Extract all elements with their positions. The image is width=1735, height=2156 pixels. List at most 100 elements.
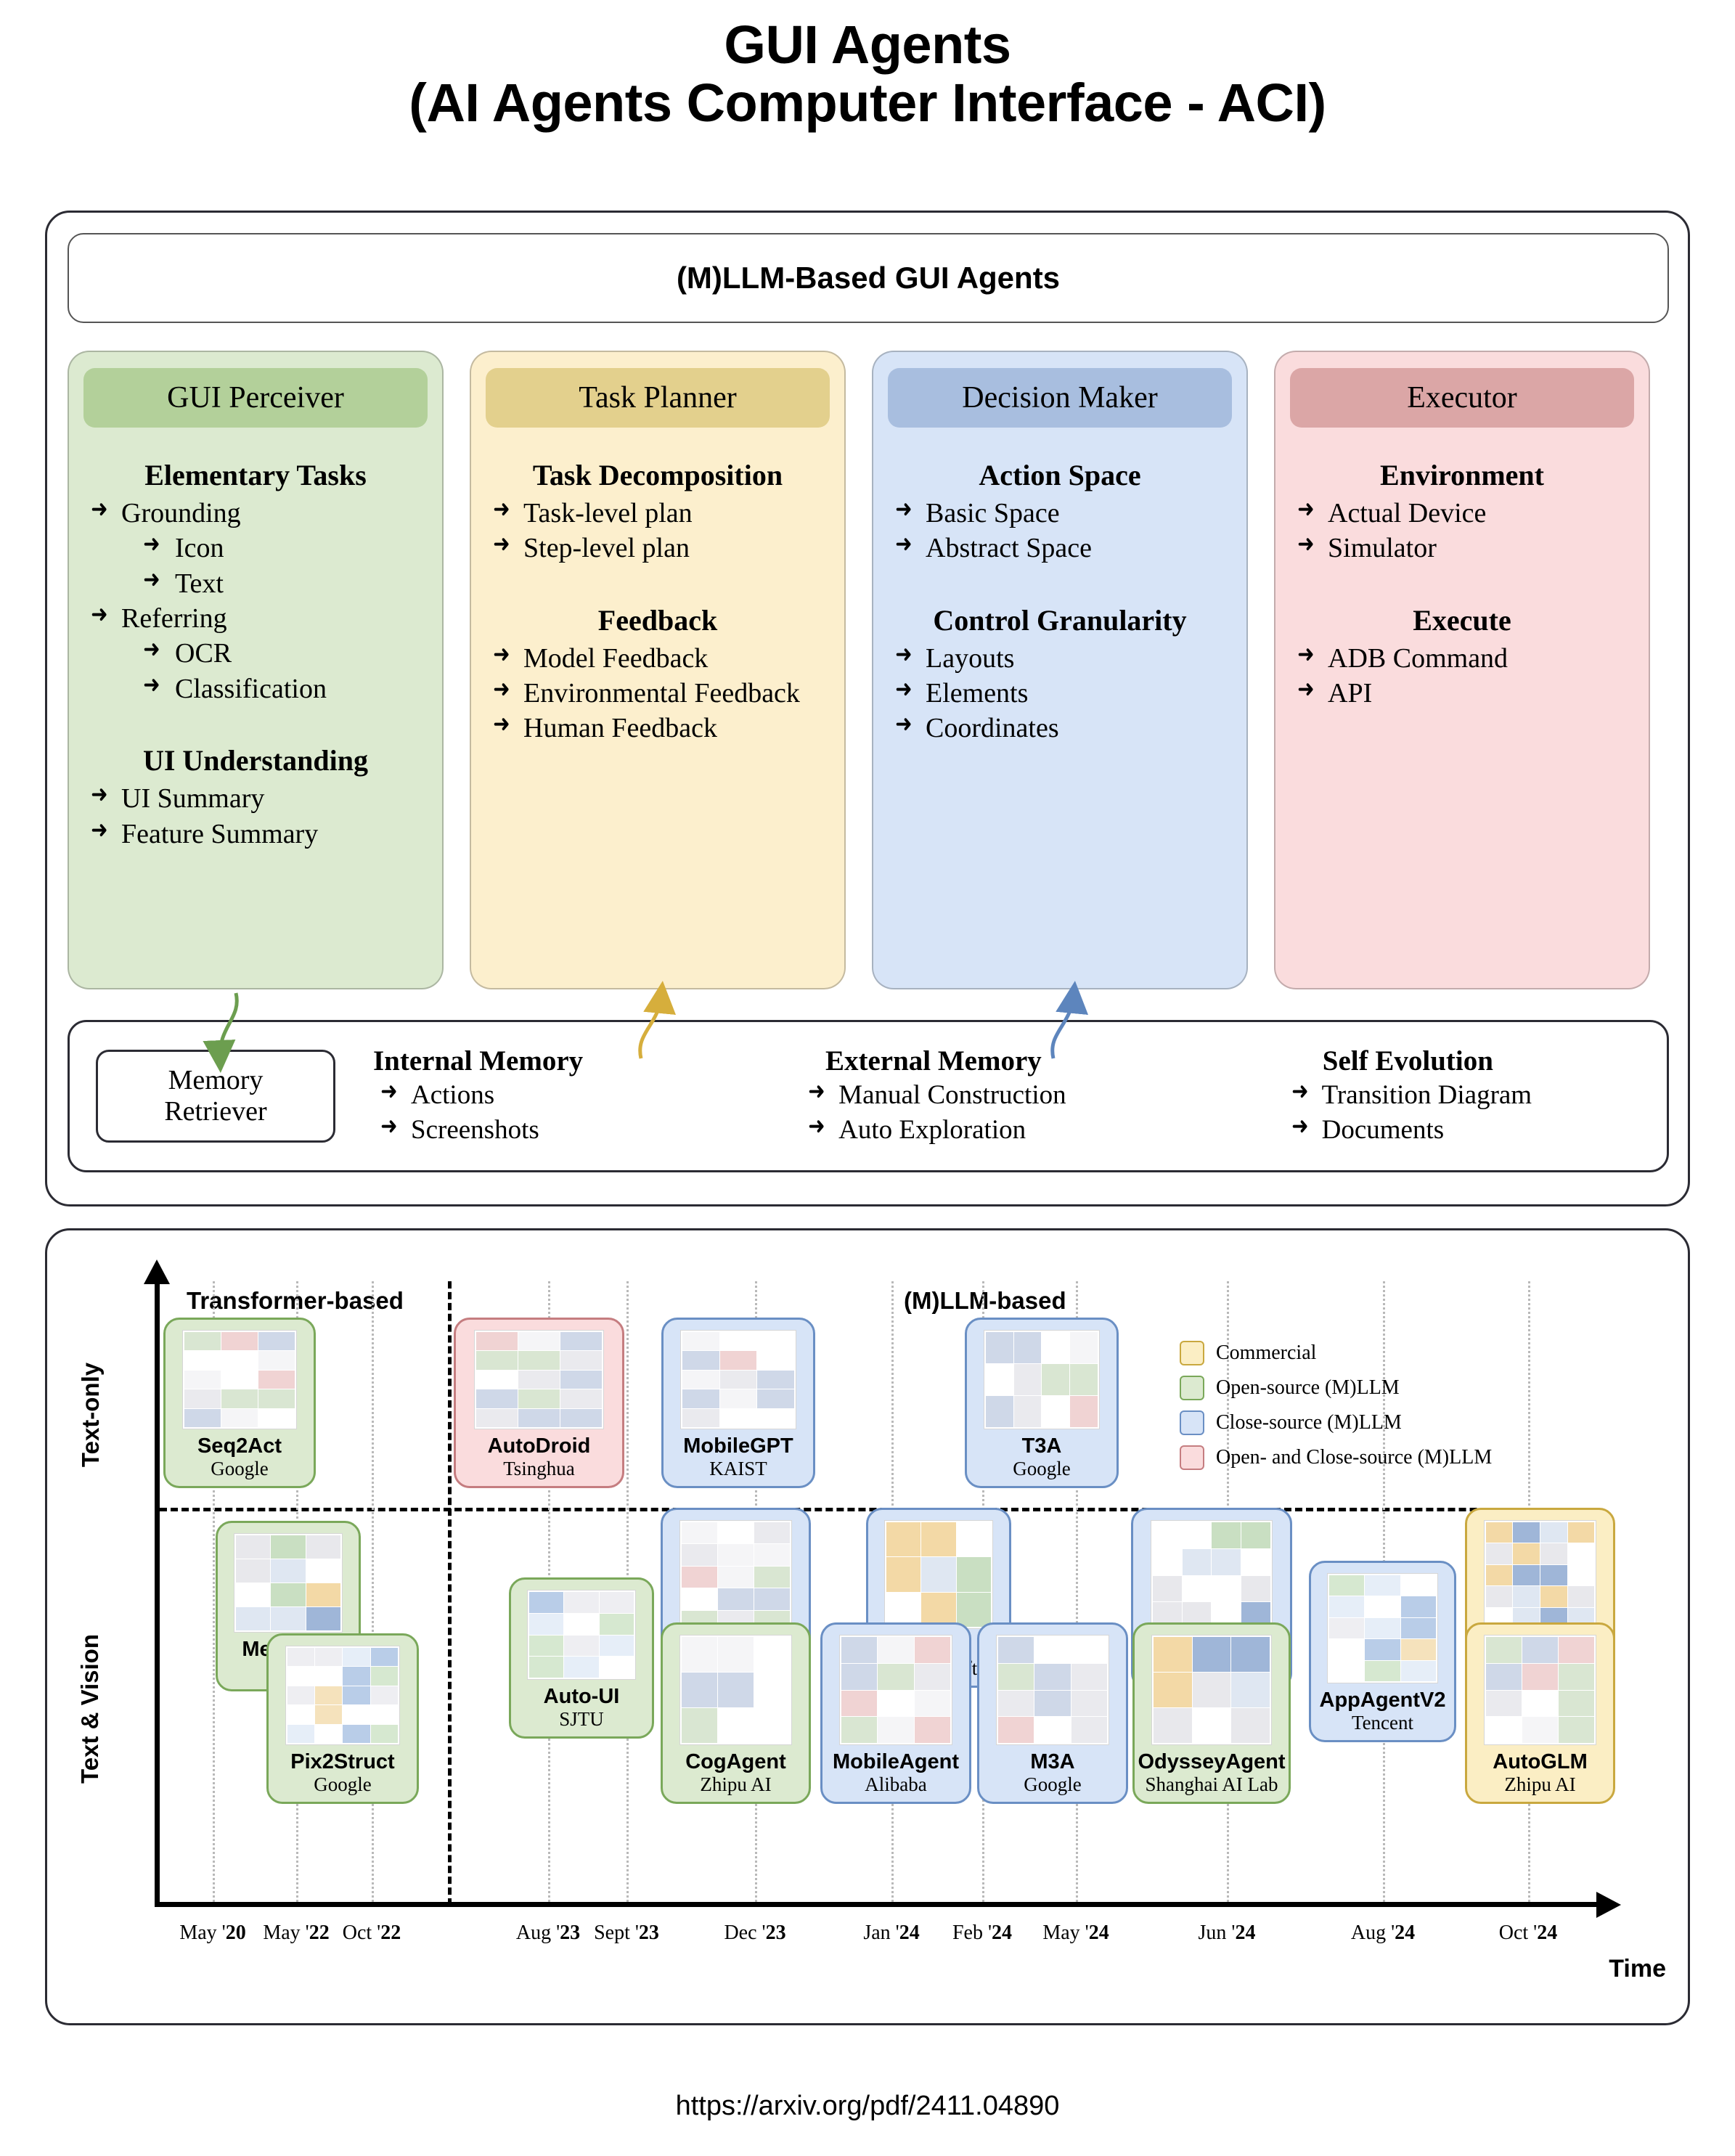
- x-tick-label: May '24: [1042, 1922, 1109, 1944]
- section-title: Environment: [1380, 459, 1544, 491]
- architecture-column-executor: Executor Environment Actual DeviceSimulato…: [1274, 351, 1650, 989]
- thumbnail-cell: [1485, 1690, 1522, 1717]
- timeline-card-m3a[interactable]: M3A Google: [977, 1622, 1128, 1804]
- thumbnail-cell: [1513, 1543, 1540, 1564]
- thumbnail-cell: [1513, 1586, 1540, 1607]
- thumbnail-cell: [1559, 1637, 1595, 1663]
- section-list: LayoutsElementsCoordinates: [888, 642, 1232, 746]
- thumbnail-cell: [1241, 1575, 1271, 1602]
- card-org: KAIST: [709, 1457, 767, 1479]
- thumbnail-cell: [221, 1351, 258, 1370]
- thumbnail-cell: [997, 1717, 1034, 1744]
- memory-group-title: Self Evolution: [1322, 1045, 1493, 1077]
- timeline-card-autodroid[interactable]: AutoDroid Tsinghua: [454, 1318, 624, 1488]
- thumbnail-cell: [306, 1559, 340, 1583]
- timeline-card-seq2act[interactable]: Seq2Act Google: [163, 1318, 316, 1488]
- thumbnail-cell: [1182, 1522, 1212, 1548]
- x-tick-label: May '20: [179, 1922, 246, 1944]
- memory-retriever-line1: Memory: [168, 1064, 264, 1095]
- timeline-card-cogagent[interactable]: CogAgent Zhipu AI: [661, 1622, 811, 1804]
- thumbnail-cell: [717, 1673, 754, 1708]
- card-org: SJTU: [559, 1707, 604, 1730]
- card-title: Pix2Struct: [290, 1750, 395, 1774]
- thumbnail-cell: [1522, 1637, 1559, 1663]
- thumbnail-cell: [1152, 1522, 1182, 1548]
- x-tick-label: Dec '23: [724, 1922, 786, 1944]
- thumbnail-cell: [681, 1637, 717, 1673]
- thumbnail-cell: [757, 1408, 794, 1428]
- thumbnail-cell: [754, 1588, 791, 1610]
- timeline-card-t3a[interactable]: T3A Google: [965, 1318, 1119, 1488]
- thumbnail-cell: [1522, 1663, 1559, 1690]
- timeline-card-pix2struct[interactable]: Pix2Struct Google: [266, 1633, 419, 1804]
- section-title: Elementary Tasks: [144, 459, 367, 491]
- thumbnail-cell: [315, 1648, 343, 1667]
- thumbnail-cell: [997, 1637, 1034, 1663]
- column-header: Task Planner: [486, 368, 830, 428]
- thumbnail-cell: [681, 1673, 717, 1708]
- thumbnail-cell: [754, 1637, 791, 1673]
- section-list: GroundingIconTextReferringOCRClassificat…: [83, 497, 428, 706]
- thumbnail-cell: [682, 1408, 719, 1428]
- legend-item: Open-source (M)LLM: [1180, 1376, 1492, 1400]
- thumbnail-cell: [1070, 1364, 1098, 1396]
- thumbnail-cell: [754, 1522, 791, 1544]
- timeline-card-mobileagent[interactable]: MobileAgent Alibaba: [820, 1622, 971, 1804]
- thumbnail-cell: [717, 1566, 754, 1588]
- thumbnail-cell: [184, 1351, 221, 1370]
- timeline-card-mobilegpt[interactable]: MobileGPT KAIST: [661, 1318, 815, 1488]
- thumbnail-cell: [1485, 1564, 1513, 1586]
- thumbnail-cell: [1329, 1639, 1365, 1660]
- card-org: Google: [211, 1457, 269, 1479]
- y-axis-label-text-vision: Text & Vision: [76, 1634, 103, 1784]
- thumbnail-cell: [258, 1408, 295, 1428]
- thumbnail-cell: [914, 1637, 951, 1663]
- memory-group-self-evolution: Self EvolutionTransition DiagramDocument…: [1066, 1045, 1532, 1147]
- page-title: GUI Agents (AI Agents Computer Interface…: [0, 0, 1735, 132]
- card-title: AutoGLM: [1493, 1750, 1588, 1774]
- thumbnail-cell: [1192, 1673, 1231, 1708]
- x-tick-label: Oct '24: [1498, 1922, 1558, 1944]
- section-title: Action Space: [979, 459, 1141, 491]
- list-item: Classification: [83, 672, 428, 706]
- x-tick-label: Oct '22: [342, 1922, 401, 1944]
- list-item: OCR: [83, 637, 428, 670]
- thumbnail-cell: [1212, 1548, 1241, 1575]
- legend-swatch: [1180, 1445, 1204, 1470]
- memory-group-title: External Memory: [825, 1045, 1042, 1077]
- thumbnail-cell: [560, 1351, 603, 1370]
- thumbnail-cell: [599, 1635, 634, 1657]
- list-item: Screenshots: [373, 1114, 583, 1146]
- thumbnail-cell: [315, 1686, 343, 1705]
- thumbnail-cell: [717, 1637, 754, 1673]
- list-item: ADB Command: [1290, 642, 1634, 675]
- thumbnail-cell: [1540, 1586, 1567, 1607]
- list-item: Environmental Feedback: [486, 677, 830, 710]
- thumbnail-cell: [560, 1408, 603, 1428]
- thumbnail-cell: [343, 1705, 370, 1724]
- thumbnail-cell: [271, 1607, 306, 1631]
- thumbnail-cell: [682, 1389, 719, 1408]
- thumbnail-cell: [1212, 1522, 1241, 1548]
- list-item: Feature Summary: [83, 817, 428, 851]
- thumbnail-cell: [878, 1663, 914, 1690]
- thumbnail-cell: [564, 1657, 599, 1678]
- timeline-card-appagentv2[interactable]: AppAgentV2 Tencent: [1309, 1561, 1456, 1742]
- thumbnail-cell: [1400, 1639, 1436, 1660]
- list-item: Basic Space: [888, 497, 1232, 530]
- x-tick-label: Jun '24: [1198, 1922, 1256, 1944]
- thumbnail-cell: [1522, 1690, 1559, 1717]
- timeline-card-autoglm[interactable]: AutoGLM Zhipu AI: [1465, 1622, 1615, 1804]
- section-title: Feedback: [597, 603, 718, 637]
- thumbnail-cell: [343, 1686, 370, 1705]
- thumbnail-cell: [1559, 1717, 1595, 1744]
- thumbnail-cell: [717, 1544, 754, 1566]
- thumbnail-cell: [1400, 1617, 1436, 1639]
- timeline-card-auto-ui[interactable]: Auto-UI SJTU: [509, 1577, 654, 1739]
- timeline-card-odysseyagent[interactable]: OdysseyAgent Shanghai AI Lab: [1132, 1622, 1291, 1804]
- card-thumbnail: [1327, 1573, 1438, 1684]
- thumbnail-cell: [1485, 1717, 1522, 1744]
- thumbnail-cell: [236, 1607, 271, 1631]
- title-line-2: (AI Agents Computer Interface - ACI): [409, 72, 1326, 133]
